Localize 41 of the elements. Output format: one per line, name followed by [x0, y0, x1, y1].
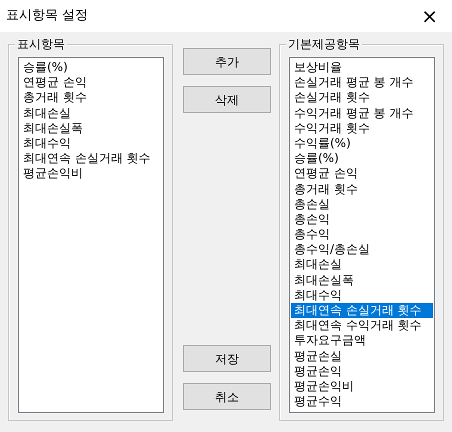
list-item[interactable]: 최대손실폭 [20, 120, 162, 136]
list-item[interactable]: 최대연속 수익거래 횟수 [291, 318, 433, 334]
list-item[interactable]: 평균손실 [291, 348, 433, 364]
list-item[interactable]: 평균손익비 [20, 166, 162, 182]
group-label: 표시항목 [15, 37, 67, 51]
list-box[interactable]: 보상비율 손실거래 평균 봉 개수 손실거래 횟수 수익거래 평균 봉 개수 수익거래 횟수 수익률(%) 승률(%) 연평균 손익 총거래 횟수 총손실 총손익 총수익 총수익/총손실 최대손실 최대손실폭 최대수익 최대연속 손실거래 횟수 최대연속 수익거래 횟수 투자요구금액 평균손실 평균손익 평균손익비 평균수익 [289, 57, 435, 413]
list-item[interactable]: 최대수익 [291, 288, 433, 303]
list-item[interactable]: 보상비율 [291, 60, 433, 76]
close-button[interactable]: × [415, 6, 444, 26]
list-item[interactable]: 최대연속 손실거래 횟수 [291, 303, 433, 318]
list-box[interactable]: 승률(%) 연평균 손익 총거래 횟수 최대손실 최대손실폭 최대수익 최대연속 손실거래 횟수 평균손익비 [18, 57, 164, 413]
list-item[interactable]: 총수익/총손실 [291, 242, 433, 258]
list-item[interactable]: 승률(%) [20, 60, 162, 76]
dialog-button[interactable]: 삭제 [183, 86, 271, 113]
list-item[interactable]: 평균손익 [291, 364, 433, 379]
list-item[interactable]: 수익거래 평균 봉 개수 [291, 106, 433, 121]
list-item[interactable]: 연평균 손익 [291, 166, 433, 182]
list-item[interactable]: 최대손실 [20, 106, 162, 121]
list-item[interactable]: 평균수익 [291, 394, 433, 410]
list-item[interactable]: 최대손실폭 [291, 272, 433, 288]
group-label: 기본제공항목 [286, 37, 362, 51]
list-item[interactable]: 연평균 손익 [20, 75, 162, 90]
dialog-button[interactable]: 저장 [183, 345, 271, 372]
list-item[interactable]: 승률(%) [291, 151, 433, 166]
list-item[interactable]: 손실거래 평균 봉 개수 [291, 75, 433, 90]
list-item[interactable]: 평균손익비 [291, 378, 433, 394]
list-item[interactable]: 최대손실 [291, 257, 433, 273]
list-item[interactable]: 수익률(%) [291, 136, 433, 152]
dialog-button[interactable]: 취소 [183, 383, 271, 410]
list-item[interactable]: 최대연속 손실거래 횟수 [20, 151, 162, 166]
list-item[interactable]: 수익거래 횟수 [291, 120, 433, 136]
list-item[interactable]: 최대수익 [20, 136, 162, 152]
dialog-button[interactable]: 추가 [183, 48, 271, 75]
list-item[interactable]: 손실거래 횟수 [291, 90, 433, 106]
list-item[interactable]: 총손익 [291, 212, 433, 228]
list-item[interactable]: 총수익 [291, 227, 433, 242]
list-item[interactable]: 총손실 [291, 196, 433, 212]
list-item[interactable]: 총거래 횟수 [291, 182, 433, 197]
list-item[interactable]: 투자요구금액 [291, 333, 433, 349]
list-item[interactable]: 총거래 횟수 [20, 90, 162, 106]
window-title: 표시항목 설정 [6, 7, 88, 26]
